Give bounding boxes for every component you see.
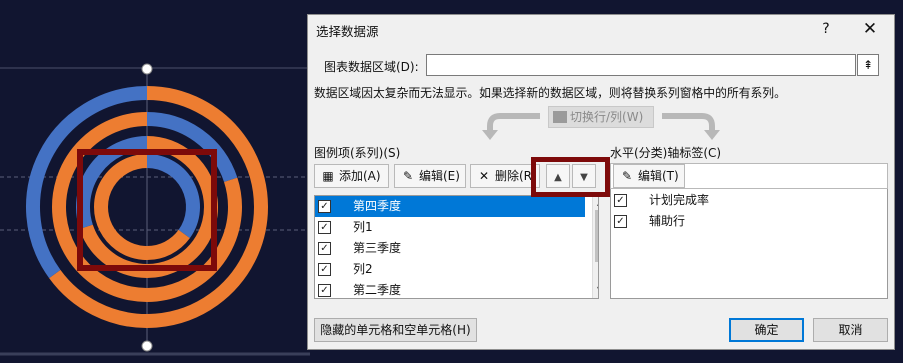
range-collapse-icon[interactable]: ⇞: [857, 54, 879, 76]
series-list-item[interactable]: ✓ 第四季度: [315, 196, 585, 217]
resize-handle-top[interactable]: [141, 63, 153, 75]
hidden-empty-cells-button[interactable]: 隐藏的单元格和空单元格(H): [314, 318, 477, 342]
series-checkbox[interactable]: ✓: [318, 284, 331, 297]
delete-series-button[interactable]: ✕ 删除(R): [470, 164, 540, 188]
series-list-item[interactable]: ✓ 第三季度: [315, 238, 585, 259]
series-list-item[interactable]: ✓ 列1: [315, 217, 585, 238]
table-add-icon: ▦: [322, 169, 334, 183]
data-range-input[interactable]: [426, 54, 856, 76]
series-checkbox[interactable]: ✓: [318, 200, 331, 213]
dialog-title: 选择数据源: [316, 24, 379, 39]
edit-axis-label: 编辑(T): [638, 169, 679, 183]
series-scrollbar[interactable]: ▲ ▼: [592, 196, 598, 298]
select-data-source-dialog: 选择数据源 ? ✕ 图表数据区域(D): ⇞ 数据区域因太复杂而无法显示。如果选…: [307, 14, 895, 350]
scroll-down-icon[interactable]: ▼: [594, 284, 598, 296]
series-item-label: 列1: [353, 220, 373, 234]
switch-icon: [553, 111, 567, 123]
series-list-item[interactable]: ✓ 列2: [315, 259, 585, 280]
series-list-item[interactable]: ✓ 第二季度: [315, 280, 585, 298]
axis-checkbox[interactable]: ✓: [614, 194, 627, 207]
curve-arrow-right-icon: [662, 113, 720, 140]
axis-item-label: 计划完成率: [649, 193, 710, 207]
axis-item-label: 辅助行: [649, 214, 686, 228]
edit-icon: ✎: [621, 169, 633, 183]
legend-entries-label: 图例项(系列)(S): [314, 146, 401, 160]
add-series-button[interactable]: ▦ 添加(A): [314, 164, 389, 188]
series-checkbox[interactable]: ✓: [318, 242, 331, 255]
delete-icon: ✕: [478, 169, 490, 183]
edit-series-button[interactable]: ✎ 编辑(E): [394, 164, 466, 188]
data-range-label: 图表数据区域(D):: [324, 60, 419, 74]
series-item-label: 列2: [353, 262, 373, 276]
series-item-label: 第四季度: [353, 199, 402, 213]
close-button[interactable]: ✕: [850, 15, 890, 43]
edit-icon: ✎: [402, 169, 414, 183]
cancel-button[interactable]: 取消: [813, 318, 888, 342]
axis-labels-list[interactable]: ✓ 计划完成率 ✓ 辅助行: [610, 189, 888, 299]
scroll-thumb[interactable]: [595, 210, 598, 262]
axis-checkbox[interactable]: ✓: [614, 215, 627, 228]
resize-handle-bottom[interactable]: [141, 340, 153, 352]
series-list[interactable]: ✓ 第四季度 ✓ 列1 ✓ 第三季度 ✓ 列2 ✓ 第二季度 ▲ ▼: [314, 195, 599, 299]
switch-row-column-label: 切换行/列(W): [570, 110, 644, 124]
axis-labels-label: 水平(分类)轴标签(C): [610, 146, 722, 160]
scroll-up-icon[interactable]: ▲: [594, 197, 598, 209]
move-buttons-highlight-box: [531, 157, 610, 197]
doughnut-ring-segment[interactable]: [146, 154, 200, 239]
series-checkbox[interactable]: ✓: [318, 221, 331, 234]
info-message: 数据区域因太复杂而无法显示。如果选择新的数据区域，则将替换系列窗格中的所有系列。: [314, 86, 786, 100]
edit-axis-labels-button[interactable]: ✎ 编辑(T): [613, 164, 685, 188]
series-item-label: 第三季度: [353, 241, 402, 255]
series-checkbox[interactable]: ✓: [318, 263, 331, 276]
help-button[interactable]: ?: [806, 15, 846, 43]
ok-button[interactable]: 确定: [729, 318, 804, 342]
series-item-label: 第二季度: [353, 283, 402, 297]
switch-row-column-button[interactable]: 切换行/列(W): [548, 106, 654, 128]
edit-series-label: 编辑(E): [419, 169, 460, 183]
add-series-label: 添加(A): [339, 169, 381, 183]
axis-list-item[interactable]: ✓ 计划完成率: [611, 190, 881, 211]
curve-arrow-left-icon: [482, 113, 540, 140]
axis-list-item[interactable]: ✓ 辅助行: [611, 211, 881, 232]
